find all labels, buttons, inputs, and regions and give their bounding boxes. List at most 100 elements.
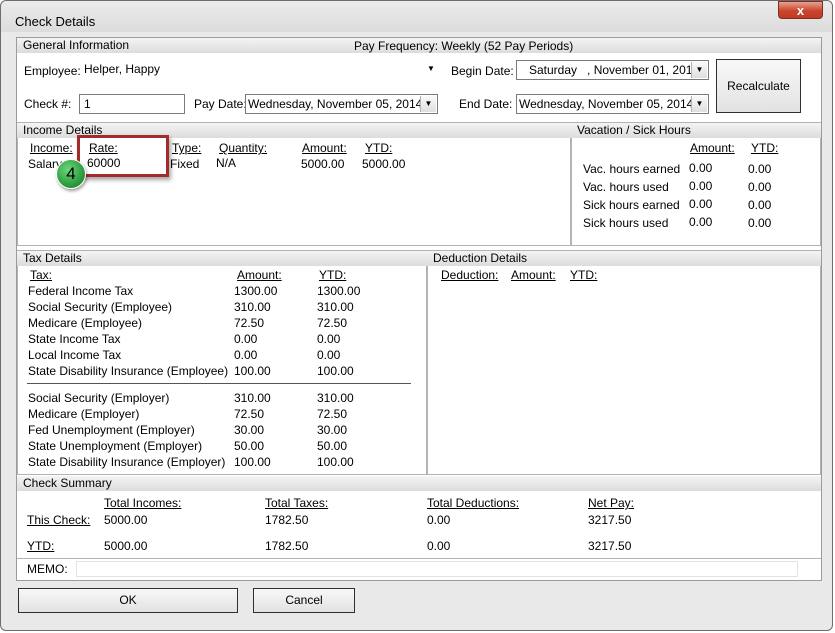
tax-ytd-input[interactable]: 100.00 [315,455,391,470]
tax-ytd-input[interactable]: 30.00 [315,423,391,438]
vacation-amount-col-header: Amount: [690,141,735,155]
check-summary-title: Check Summary [23,476,112,490]
tax-ytd-input[interactable]: 100.00 [315,364,391,379]
tax-ytd-input[interactable]: 310.00 [315,391,391,406]
tax-amount-input[interactable]: 310.00 [232,300,308,315]
tax-row-label: State Unemployment (Employer) [28,439,203,453]
vacation-amount-input[interactable]: 0.00 [687,179,741,194]
tax-ytd-input[interactable]: 0.00 [315,332,391,347]
deduction-details-header: Deduction Details [427,251,821,266]
deduction-details-panel [427,250,821,475]
total-deductions-col-header: Total Deductions: [427,496,520,510]
tax-row-label: Social Security (Employer) [28,391,170,405]
tax-amount-input[interactable]: 72.50 [232,316,308,331]
employee-select[interactable]: Helper, Happy ▼ [80,60,440,80]
deduction-ytd-col-header: YTD: [570,268,598,282]
recalculate-button[interactable]: Recalculate [716,59,801,113]
tax-row-label: State Disability Insurance (Employee) [28,364,229,378]
ytd-incomes: 5000.00 [104,539,148,553]
ytd-col-header: YTD: [365,141,393,155]
tax-ytd-input[interactable]: 50.00 [315,439,391,454]
vacation-amount-input[interactable]: 0.00 [687,215,741,230]
tax-row-label: Social Security (Employee) [28,300,173,314]
tax-amount-input[interactable]: 100.00 [232,364,308,379]
net-pay-col-header: Net Pay: [588,496,635,510]
tax-row-label: Medicare (Employee) [28,316,143,330]
title-bar [1,1,832,32]
tax-col-header: Tax: [30,268,53,282]
general-info-title: General Information [23,38,130,52]
tax-separator [27,383,411,384]
employee-value: Helper, Happy [84,62,161,76]
vacation-amount-input[interactable]: 0.00 [687,197,741,212]
quantity-input[interactable]: N/A [216,155,294,171]
vacation-row-label: Vac. hours earned [583,162,681,176]
this-check-incomes: 5000.00 [104,513,148,527]
this-check-label: This Check: [27,513,91,527]
tax-amount-input[interactable]: 30.00 [232,423,308,438]
check-summary-header: Check Summary [17,476,821,491]
tax-ytd-input[interactable]: 310.00 [315,300,391,315]
close-button[interactable]: x [778,1,823,19]
begin-date-day: Saturday [529,63,578,77]
tax-row-label: State Income Tax [28,332,121,346]
vacation-sick-header: Vacation / Sick Hours [571,123,821,138]
check-number-label: Check #: [24,97,72,111]
deduction-amount-col-header: Amount: [511,268,556,282]
pay-date-label: Pay Date: [194,97,247,111]
ytd-net-pay: 3217.50 [588,539,632,553]
memo-label: MEMO: [27,562,68,576]
tax-ytd-input[interactable]: 72.50 [315,316,391,331]
tax-row-label: Medicare (Employer) [28,407,140,421]
tax-details-title: Tax Details [23,251,82,265]
tax-ytd-input[interactable]: 1300.00 [315,284,391,299]
tax-ytd-input[interactable]: 0.00 [315,348,391,363]
pay-date-value: Wednesday, November 05, 2014 [248,97,423,111]
tax-amount-input[interactable]: 0.00 [232,332,308,347]
vacation-ytd-cell: 0.00 [748,198,772,212]
memo-input[interactable] [76,561,798,577]
tax-ytd-input[interactable]: 72.50 [315,407,391,422]
type-col-header: Type: [172,141,202,155]
ytd-cell: 5000.00 [362,157,406,171]
tax-amount-input[interactable]: 310.00 [232,391,308,406]
vacation-ytd-cell: 0.00 [748,162,772,176]
end-date-picker[interactable]: Wednesday, November 05, 2014 ▼ [516,94,709,114]
deduction-details-title: Deduction Details [433,251,528,265]
vacation-row-label: Sick hours earned [583,198,680,212]
begin-date-picker[interactable]: Saturday , November 01, 2014 ▼ [516,60,709,80]
this-check-taxes: 1782.50 [265,513,309,527]
ok-button[interactable]: OK [18,588,238,613]
end-date-label: End Date: [459,97,513,111]
check-number-input[interactable]: 1 [79,94,185,114]
tax-amount-input[interactable]: 100.00 [232,455,308,470]
chevron-down-icon: ▼ [691,96,707,112]
begin-date-rest: , November 01, 2014 [587,63,700,77]
income-col-header: Income: [30,141,73,155]
tax-ytd-col-header: YTD: [319,268,347,282]
window-title: Check Details [15,14,96,29]
this-check-deductions: 0.00 [427,513,451,527]
step-number-badge: 4 [56,159,86,189]
chevron-down-icon: ▼ [420,96,436,112]
vacation-sick-title: Vacation / Sick Hours [577,123,691,137]
tax-amount-input[interactable]: 1300.00 [232,284,308,299]
end-date-value: Wednesday, November 05, 2014 [519,97,694,111]
rate-highlight-callout [77,135,169,177]
tax-row-label: Federal Income Tax [28,284,134,298]
ytd-label: YTD: [27,539,55,553]
total-incomes-col-header: Total Incomes: [104,496,182,510]
pay-date-picker[interactable]: Wednesday, November 05, 2014 ▼ [245,94,438,114]
vacation-row-label: Sick hours used [583,216,669,230]
deduction-col-header: Deduction: [441,268,499,282]
tax-amount-input[interactable]: 50.00 [232,439,308,454]
tax-amount-input[interactable]: 72.50 [232,407,308,422]
cancel-button[interactable]: Cancel [253,588,355,613]
vacation-amount-input[interactable]: 0.00 [687,161,741,176]
tax-row-label: Fed Unemployment (Employer) [28,423,195,437]
this-check-net-pay: 3217.50 [588,513,632,527]
tax-amount-col-header: Amount: [237,268,282,282]
tax-amount-input[interactable]: 0.00 [232,348,308,363]
close-icon: x [796,3,805,18]
vacation-row-label: Vac. hours used [583,180,669,194]
